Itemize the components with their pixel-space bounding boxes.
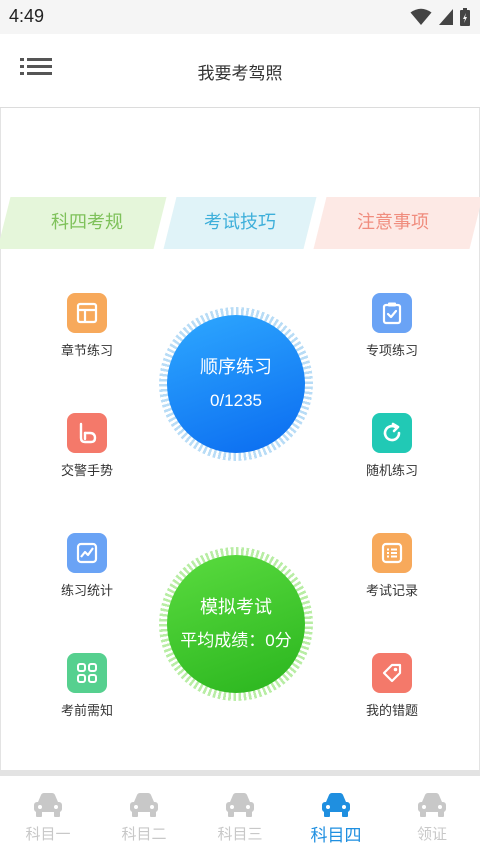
grid-icon	[67, 653, 107, 693]
nav-item-label: 科目四	[310, 826, 362, 846]
tab-precautions[interactable]: 注意事项	[313, 197, 480, 249]
page-title: 我要考驾照	[197, 64, 283, 84]
frame-border-left	[0, 108, 1, 770]
nav-item-subject-two[interactable]: 科目二	[96, 776, 192, 854]
chart-icon	[67, 533, 107, 573]
tab-exam-tips[interactable]: 考试技巧	[163, 197, 317, 249]
status-time: 4:49	[9, 6, 45, 26]
chapter-icon	[67, 293, 107, 333]
tag-icon	[372, 653, 412, 693]
nav-item-label: 领证	[416, 825, 447, 843]
nav-item-subject-one[interactable]: 科目一	[0, 776, 96, 854]
wifi-icon	[410, 8, 432, 25]
mock-exam-core: 模拟考试 平均成绩：0分	[167, 555, 305, 693]
nav-item-subject-three[interactable]: 科目三	[192, 776, 288, 854]
chapter-practice-button[interactable]: 章节练习	[37, 293, 137, 359]
exam-records-label: 考试记录	[365, 584, 418, 599]
nav-item-get-license[interactable]: 领证	[384, 776, 480, 854]
special-practice-label: 专项练习	[365, 344, 418, 359]
nav-item-label: 科目一	[25, 825, 71, 843]
sequential-practice-button[interactable]: 顺序练习 0/1235	[159, 307, 313, 461]
tab-precautions-label: 注意事项	[357, 212, 429, 233]
random-practice-button[interactable]: 随机练习	[342, 413, 442, 479]
status-bar: 4:49	[0, 0, 480, 34]
random-practice-label: 随机练习	[365, 464, 418, 479]
tab-exam-tips-label: 考试技巧	[204, 212, 276, 233]
sequential-practice-title: 顺序练习	[200, 356, 272, 378]
tab-exam-rules[interactable]: 科四考规	[0, 197, 167, 249]
exam-records-button[interactable]: 考试记录	[342, 533, 442, 599]
nav-item-label: 科目三	[217, 825, 263, 843]
car-icon	[34, 793, 62, 817]
traffic-gestures-button[interactable]: 交警手势	[37, 413, 137, 479]
nav-item-subject-four[interactable]: 科目四	[288, 776, 384, 854]
mock-exam-button[interactable]: 模拟考试 平均成绩：0分	[159, 547, 313, 701]
battery-icon	[460, 8, 470, 26]
tab-exam-rules-label: 科四考规	[51, 212, 123, 233]
special-practice-button[interactable]: 专项练习	[342, 293, 442, 359]
wrong-questions-label: 我的错题	[365, 704, 418, 719]
gesture-icon	[67, 413, 107, 453]
mock-exam-title: 模拟考试	[200, 596, 272, 618]
bottom-nav: 科目一 科目二 科目三 科目四 领证	[0, 776, 480, 854]
app-header: 我要考驾照	[0, 34, 480, 108]
car-icon	[322, 793, 350, 817]
status-icons	[410, 8, 470, 26]
car-icon	[226, 793, 254, 817]
chapter-practice-label: 章节练习	[60, 344, 113, 359]
practice-stats-label: 练习统计	[60, 584, 113, 599]
wrong-questions-button[interactable]: 我的错题	[342, 653, 442, 719]
record-icon	[372, 533, 412, 573]
traffic-gestures-label: 交警手势	[60, 464, 113, 479]
clipboard-icon	[372, 293, 412, 333]
pre-exam-notes-label: 考前需知	[60, 704, 113, 719]
sequential-practice-core: 顺序练习 0/1235	[167, 315, 305, 453]
refresh-icon	[372, 413, 412, 453]
pre-exam-notes-button[interactable]: 考前需知	[37, 653, 137, 719]
signal-icon	[439, 9, 453, 25]
sequential-practice-progress: 0/1235	[210, 390, 262, 410]
mock-exam-score: 平均成绩：0分	[180, 630, 292, 650]
nav-item-label: 科目二	[121, 825, 167, 843]
practice-stats-button[interactable]: 练习统计	[37, 533, 137, 599]
car-icon	[130, 793, 158, 817]
car-icon	[418, 793, 446, 817]
